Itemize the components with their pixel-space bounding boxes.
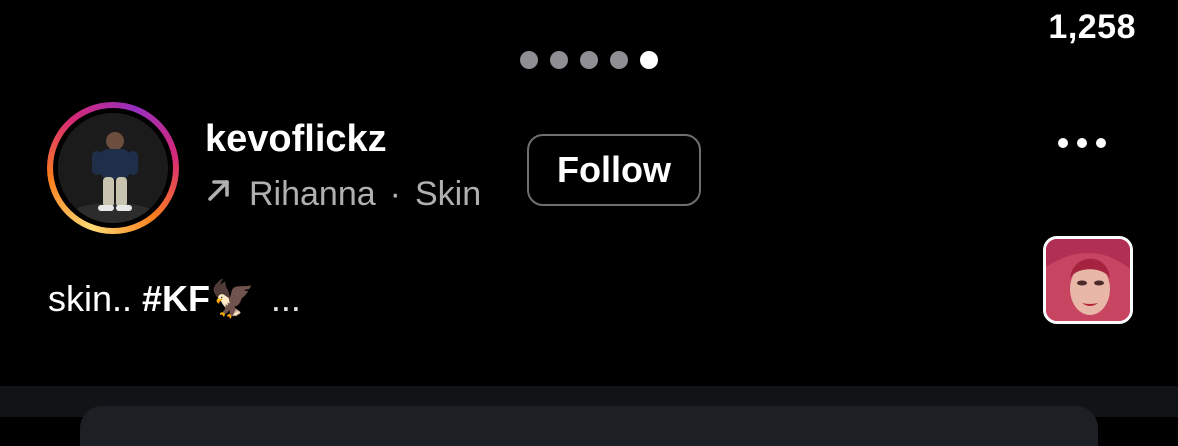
carousel-dot-active <box>640 51 658 69</box>
audio-artist: Rihanna <box>249 175 376 213</box>
audio-attribution[interactable]: Rihanna · Skin <box>203 174 481 215</box>
audio-track: Skin <box>414 175 482 213</box>
audio-separator: · <box>389 175 401 213</box>
avatar-image <box>58 113 168 223</box>
username[interactable]: kevoflickz <box>205 118 387 161</box>
story-ring[interactable] <box>47 102 179 234</box>
follow-button[interactable]: Follow <box>527 134 701 206</box>
carousel-dot <box>610 51 628 69</box>
comment-sheet-edge[interactable] <box>80 406 1098 446</box>
more-dot <box>1096 138 1106 148</box>
more-dot <box>1058 138 1068 148</box>
avatar-border <box>53 108 173 228</box>
carousel-indicator <box>520 51 658 69</box>
more-dot <box>1077 138 1087 148</box>
caption-more[interactable]: ... <box>271 278 301 320</box>
carousel-dot <box>580 51 598 69</box>
avatar[interactable] <box>58 113 168 223</box>
eagle-emoji: 🦅 <box>210 278 255 319</box>
album-art-image <box>1046 239 1130 321</box>
caption-hashtag[interactable]: #KF <box>142 278 210 320</box>
carousel-dot <box>520 51 538 69</box>
arrow-up-right-icon <box>203 174 235 215</box>
view-count: 1,258 <box>1048 8 1136 46</box>
caption[interactable]: skin.. #KF 🦅 ... <box>48 278 301 320</box>
album-art-thumbnail[interactable] <box>1043 236 1133 324</box>
carousel-dot <box>550 51 568 69</box>
more-horizontal-icon[interactable] <box>1058 138 1106 148</box>
caption-text: skin.. <box>48 278 133 319</box>
